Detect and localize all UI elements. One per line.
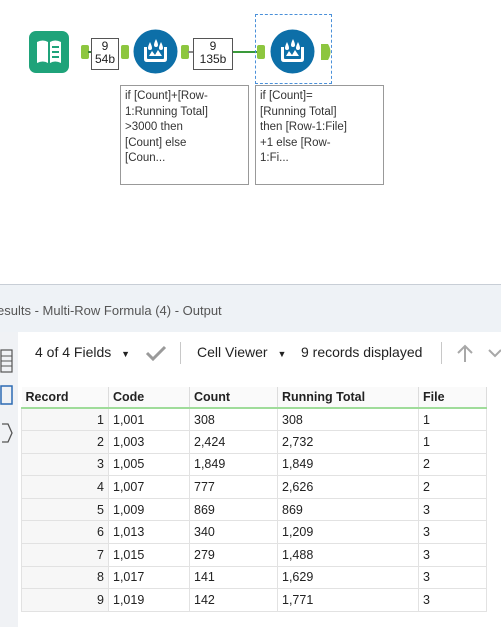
hexagon-icon[interactable]	[0, 422, 14, 444]
count-cell[interactable]: 141	[189, 565, 278, 590]
running-total-cell[interactable]: 1,209	[277, 520, 419, 545]
running-total-cell[interactable]: 1,629	[277, 565, 419, 590]
results-title-bar: esults - Multi-Row Formula (4) - Output	[0, 284, 501, 332]
records-count-label: 9 records displayed	[301, 344, 423, 360]
code-cell[interactable]: 1,009	[108, 497, 190, 522]
code-cell[interactable]: 1,017	[108, 565, 190, 590]
table-view-icon[interactable]	[0, 348, 14, 374]
cell-viewer-label: Cell Viewer	[197, 344, 268, 360]
table-row[interactable]: 8 1,017 141 1,629 3	[21, 565, 487, 590]
record-cell[interactable]: 6	[21, 520, 109, 545]
count-cell[interactable]: 340	[189, 520, 278, 545]
multi-row-formula-icon	[133, 29, 178, 74]
caret-down-icon: ▼	[277, 349, 287, 359]
connection-label[interactable]: 9 135b	[193, 38, 233, 70]
connection-wire	[233, 51, 257, 53]
results-title: esults - Multi-Row Formula (4) - Output	[0, 303, 222, 318]
count-cell[interactable]: 2,424	[189, 430, 278, 454]
tool-annotation: if [Count]= [Running Total] then [Row-1:…	[255, 85, 384, 185]
running-total-cell[interactable]: 308	[277, 407, 419, 432]
input-anchor[interactable]	[121, 45, 129, 59]
fields-label: 4 of 4 Fields	[35, 344, 112, 360]
code-cell[interactable]: 1,003	[108, 430, 190, 454]
file-cell[interactable]: 2	[418, 452, 487, 477]
data-size: 135b	[199, 52, 227, 66]
file-cell[interactable]: 3	[418, 543, 487, 567]
count-cell[interactable]: 1,849	[189, 452, 278, 477]
file-cell[interactable]: 3	[418, 565, 487, 590]
code-cell[interactable]: 1,015	[108, 543, 190, 567]
running-total-cell[interactable]: 1,771	[277, 588, 419, 612]
record-cell[interactable]: 1	[21, 407, 109, 432]
multi-row-formula-icon	[270, 29, 315, 74]
table-row[interactable]: 9 1,019 142 1,771 3	[21, 588, 487, 612]
running-total-cell[interactable]: 2,626	[277, 475, 419, 499]
toolbar-separator	[180, 342, 181, 364]
record-cell[interactable]: 5	[21, 497, 109, 522]
record-cell[interactable]: 2	[21, 430, 109, 454]
table-row[interactable]: 4 1,007 777 2,626 2	[21, 475, 487, 499]
multi-row-formula-tool[interactable]	[270, 29, 315, 74]
arrow-up-icon[interactable]	[456, 343, 474, 363]
code-cell[interactable]: 1,019	[108, 588, 190, 612]
count-cell[interactable]: 869	[189, 497, 278, 522]
column-header[interactable]: Count	[189, 387, 278, 409]
count-cell[interactable]: 142	[189, 588, 278, 612]
results-grid[interactable]: Record Code Count Running Total File 1 1…	[21, 387, 491, 612]
table-row[interactable]: 1 1,001 308 308 1	[21, 407, 487, 432]
grid-header-row: Record Code Count Running Total File	[21, 387, 487, 409]
table-row[interactable]: 6 1,013 340 1,209 3	[21, 520, 487, 545]
code-cell[interactable]: 1,013	[108, 520, 190, 545]
running-total-cell[interactable]: 1,849	[277, 452, 419, 477]
toolbar-separator	[441, 342, 442, 364]
count-cell[interactable]: 279	[189, 543, 278, 567]
column-header[interactable]: Record	[21, 387, 109, 409]
record-cell[interactable]: 8	[21, 565, 109, 590]
tool-annotation: if [Count]+[Row- 1:Running Total] >3000 …	[120, 85, 249, 185]
column-header[interactable]: Code	[108, 387, 190, 409]
results-window: esults - Multi-Row Formula (4) - Output …	[0, 284, 501, 627]
running-total-cell[interactable]: 2,732	[277, 430, 419, 454]
file-cell[interactable]: 1	[418, 407, 487, 432]
book-icon	[29, 31, 69, 73]
record-cell[interactable]: 3	[21, 452, 109, 477]
connection-label[interactable]: 9 54b	[91, 38, 119, 70]
results-side-strip	[0, 332, 18, 627]
table-row[interactable]: 7 1,015 279 1,488 3	[21, 543, 487, 567]
input-anchor[interactable]	[257, 45, 265, 59]
chevron-down-icon[interactable]	[488, 346, 501, 360]
file-cell[interactable]: 3	[418, 497, 487, 522]
count-cell[interactable]: 308	[189, 407, 278, 432]
record-cell[interactable]: 9	[21, 588, 109, 612]
file-cell[interactable]: 1	[418, 430, 487, 454]
results-toolbar: 4 of 4 Fields ▼ Cell Viewer ▼ 9 records …	[18, 332, 501, 372]
file-cell[interactable]: 2	[418, 475, 487, 499]
code-cell[interactable]: 1,001	[108, 407, 190, 432]
table-row[interactable]: 5 1,009 869 869 3	[21, 497, 487, 522]
column-header[interactable]: File	[418, 387, 487, 409]
output-anchor[interactable]	[320, 43, 334, 61]
checkmark-icon[interactable]	[145, 345, 167, 361]
count-cell[interactable]: 777	[189, 475, 278, 499]
input-data-tool[interactable]	[29, 31, 69, 73]
cell-viewer-dropdown[interactable]: Cell Viewer ▼	[197, 344, 286, 360]
data-size: 54b	[94, 52, 116, 66]
code-cell[interactable]: 1,007	[108, 475, 190, 499]
table-row[interactable]: 2 1,003 2,424 2,732 1	[21, 430, 487, 454]
data-view-icon[interactable]	[0, 384, 14, 406]
multi-row-formula-tool[interactable]	[133, 29, 178, 74]
caret-down-icon: ▼	[121, 349, 131, 359]
record-cell[interactable]: 7	[21, 543, 109, 567]
record-cell[interactable]: 4	[21, 475, 109, 499]
table-row[interactable]: 3 1,005 1,849 1,849 2	[21, 452, 487, 477]
file-cell[interactable]: 3	[418, 520, 487, 545]
column-header[interactable]: Running Total	[277, 387, 419, 409]
running-total-cell[interactable]: 869	[277, 497, 419, 522]
workflow-canvas[interactable]: 9 54b 9 135b if [Count]+[Row- 1:Running …	[0, 0, 501, 282]
running-total-cell[interactable]: 1,488	[277, 543, 419, 567]
file-cell[interactable]: 3	[418, 588, 487, 612]
code-cell[interactable]: 1,005	[108, 452, 190, 477]
fields-dropdown[interactable]: 4 of 4 Fields ▼	[35, 344, 130, 360]
